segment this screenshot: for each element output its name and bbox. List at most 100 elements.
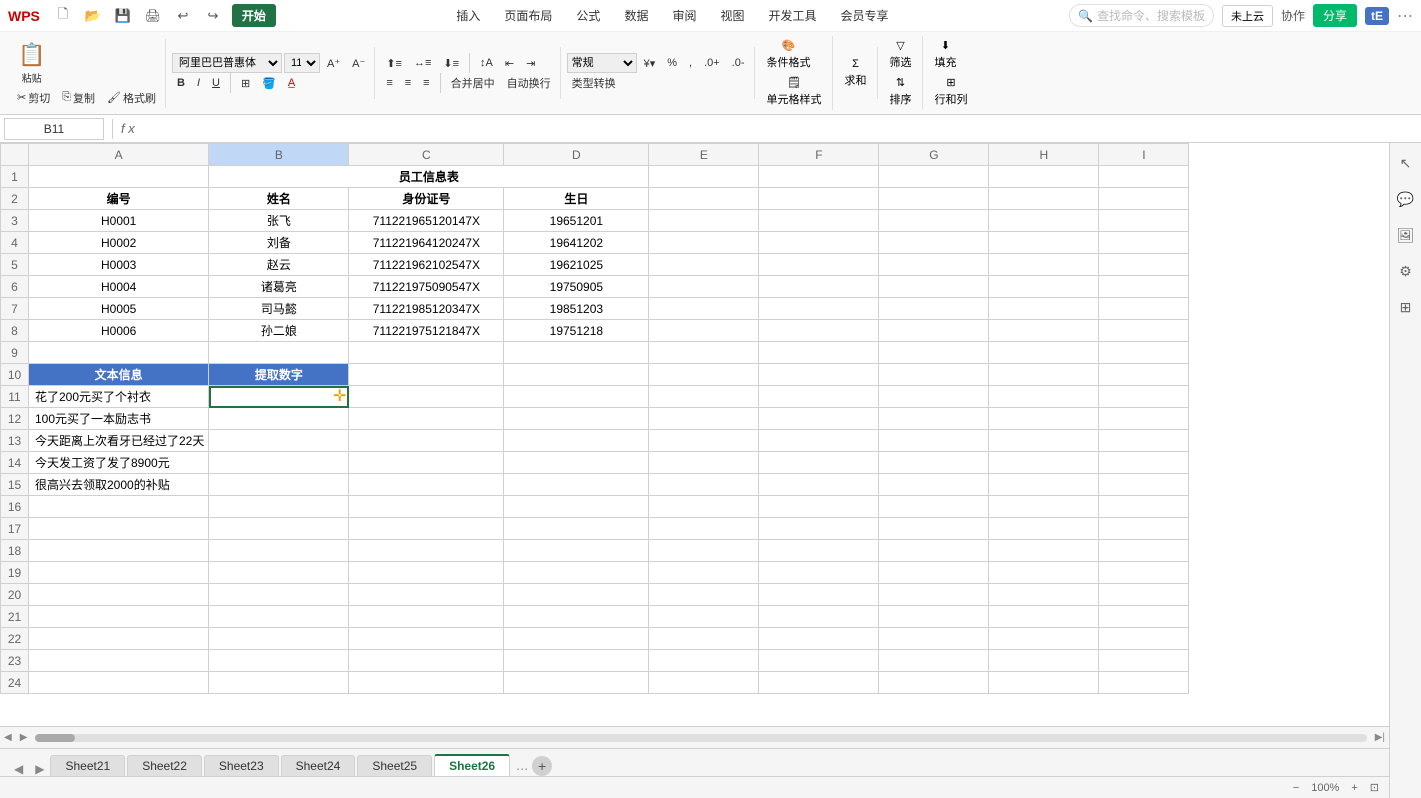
scroll-left-icon[interactable]: ◀ (0, 732, 16, 743)
increase-font-button[interactable]: A⁺ (322, 55, 345, 72)
percent-button[interactable]: % (662, 55, 682, 71)
cell-F7[interactable] (759, 298, 879, 320)
start-button[interactable]: 开始 (232, 4, 276, 27)
formula-input[interactable] (139, 118, 1417, 140)
cell-F14[interactable] (759, 452, 879, 474)
zoom-out-icon[interactable]: − (1293, 782, 1299, 794)
cell-A6[interactable]: H0004 (29, 276, 209, 298)
cell-E1[interactable] (649, 166, 759, 188)
cell-I10[interactable] (1099, 364, 1189, 386)
cell-F11[interactable] (759, 386, 879, 408)
cell-I8[interactable] (1099, 320, 1189, 342)
cell-G9[interactable] (879, 342, 989, 364)
cell-E13[interactable] (649, 430, 759, 452)
cell-C5[interactable]: 711221962102547X (349, 254, 504, 276)
filter-button[interactable]: ▽ 筛选 (884, 36, 918, 73)
align-middle-button[interactable]: ↔≡ (409, 55, 436, 71)
cell-D11[interactable] (504, 386, 649, 408)
horizontal-scrollbar[interactable] (35, 734, 1366, 742)
sheet-more-icon[interactable]: ⋯ (512, 762, 532, 776)
cell-F5[interactable] (759, 254, 879, 276)
cell-E14[interactable] (649, 452, 759, 474)
sheet-scroll-right-icon[interactable]: ▶ (29, 762, 50, 776)
cell-B1-merged[interactable]: 员工信息表 (209, 166, 649, 188)
cell-H13[interactable] (989, 430, 1099, 452)
tab-vip[interactable]: 会员专享 (831, 3, 899, 28)
cell-C3[interactable]: 711221965120147X (349, 210, 504, 232)
cell-C7[interactable]: 711221985120347X (349, 298, 504, 320)
cell-H1[interactable] (989, 166, 1099, 188)
cell-A9[interactable] (29, 342, 209, 364)
font-name-select[interactable]: 阿里巴巴普惠体 (172, 53, 282, 73)
cell-F1[interactable] (759, 166, 879, 188)
align-right-button[interactable]: ≡ (418, 75, 434, 91)
cell-B14[interactable] (209, 452, 349, 474)
cell-C9[interactable] (349, 342, 504, 364)
cell-I11[interactable] (1099, 386, 1189, 408)
cell-G4[interactable] (879, 232, 989, 254)
sheet-tab-Sheet23[interactable]: Sheet23 (204, 755, 279, 776)
cell-F9[interactable] (759, 342, 879, 364)
col-header-B[interactable]: B (209, 144, 349, 166)
cell-B5[interactable]: 赵云 (209, 254, 349, 276)
tab-page-layout[interactable]: 页面布局 (494, 3, 562, 28)
cell-I14[interactable] (1099, 452, 1189, 474)
fill-color-button[interactable]: 🪣 (257, 75, 281, 92)
cell-I6[interactable] (1099, 276, 1189, 298)
cell-G11[interactable] (879, 386, 989, 408)
cell-D13[interactable] (504, 430, 649, 452)
cell-C2[interactable]: 身份证号 (349, 188, 504, 210)
cell-D6[interactable]: 19750905 (504, 276, 649, 298)
align-left-button[interactable]: ≡ (381, 75, 397, 91)
cell-B3[interactable]: 张飞 (209, 210, 349, 232)
cell-G15[interactable] (879, 474, 989, 496)
collab-button[interactable]: 协作 (1281, 7, 1305, 24)
decrease-indent-button[interactable]: ⇤ (500, 55, 519, 72)
col-header-I[interactable]: I (1099, 144, 1189, 166)
cell-D4[interactable]: 19641202 (504, 232, 649, 254)
cell-D7[interactable]: 19851203 (504, 298, 649, 320)
cell-A15[interactable]: 很高兴去领取2000的补贴 (29, 474, 209, 496)
cell-A12[interactable]: 100元买了一本励志书 (29, 408, 209, 430)
cell-D8[interactable]: 19751218 (504, 320, 649, 342)
cell-G2[interactable] (879, 188, 989, 210)
cell-F15[interactable] (759, 474, 879, 496)
add-sheet-button[interactable]: + (532, 756, 552, 776)
cell-I1[interactable] (1099, 166, 1189, 188)
bold-button[interactable]: B (172, 75, 190, 91)
cell-I12[interactable] (1099, 408, 1189, 430)
increase-indent-button[interactable]: ⇥ (521, 55, 540, 72)
cell-D9[interactable] (504, 342, 649, 364)
cell-C13[interactable] (349, 430, 504, 452)
wrap-text-button[interactable]: 自动换行 (502, 73, 556, 93)
cell-C8[interactable]: 711221975121847X (349, 320, 504, 342)
decrease-font-button[interactable]: A⁻ (347, 55, 370, 72)
cell-D10[interactable] (504, 364, 649, 386)
cell-B13[interactable] (209, 430, 349, 452)
col-header-C[interactable]: C (349, 144, 504, 166)
comma-button[interactable]: , (684, 55, 697, 71)
zoom-in-icon[interactable]: + (1351, 782, 1357, 794)
cell-E2[interactable] (649, 188, 759, 210)
col-header-D[interactable]: D (504, 144, 649, 166)
cell-I2[interactable] (1099, 188, 1189, 210)
italic-button[interactable]: I (192, 75, 205, 91)
cell-E10[interactable] (649, 364, 759, 386)
sort-button[interactable]: ⇅ 排序 (884, 73, 918, 110)
cell-B7[interactable]: 司马懿 (209, 298, 349, 320)
cell-F13[interactable] (759, 430, 879, 452)
cell-I3[interactable] (1099, 210, 1189, 232)
cell-style-button[interactable]: 🗒 单元格样式 (761, 73, 828, 110)
cell-F6[interactable] (759, 276, 879, 298)
cell-F2[interactable] (759, 188, 879, 210)
cell-C4[interactable]: 711221964120247X (349, 232, 504, 254)
cell-H9[interactable] (989, 342, 1099, 364)
tab-insert[interactable]: 插入 (446, 3, 490, 28)
cell-E9[interactable] (649, 342, 759, 364)
cell-C11[interactable] (349, 386, 504, 408)
cell-G6[interactable] (879, 276, 989, 298)
cell-B11-active[interactable]: ✛ (209, 386, 349, 408)
cell-A1[interactable] (29, 166, 209, 188)
cell-F10[interactable] (759, 364, 879, 386)
cell-F3[interactable] (759, 210, 879, 232)
